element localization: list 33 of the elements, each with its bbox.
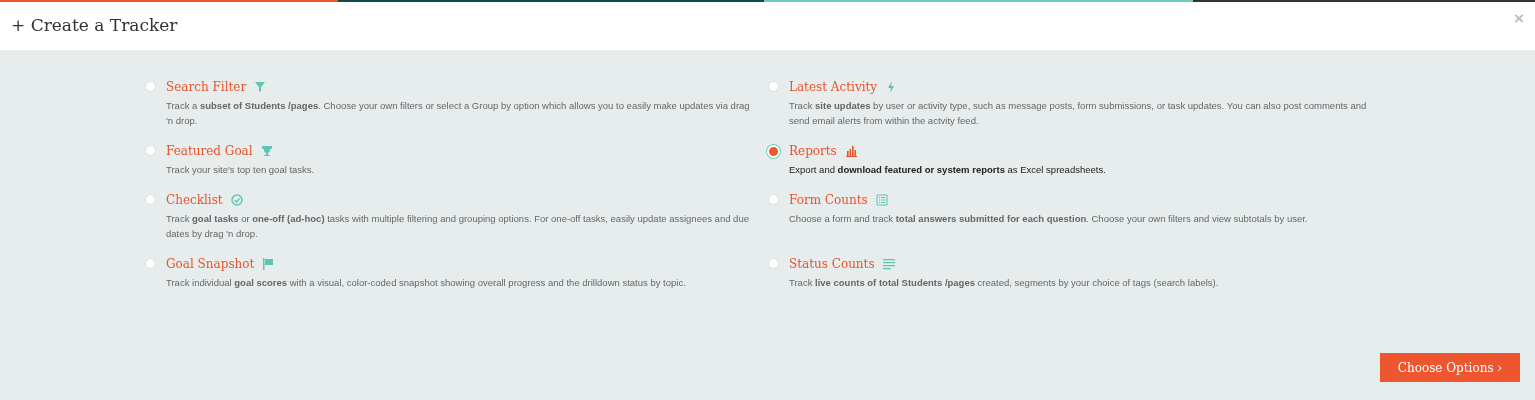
option-description: Track a subset of Students /pages. Choose your own filters or select a Group by option which allows you to easily make updates via drag 'n drop. (166, 99, 751, 128)
choose-options-button[interactable]: Choose Options › (1380, 353, 1520, 382)
window-title: + Create a Tracker (11, 14, 178, 38)
lines-icon (882, 258, 895, 270)
option-title[interactable]: Form Counts (789, 191, 868, 209)
option-title[interactable]: Featured Goal (166, 142, 253, 160)
option-title[interactable]: Latest Activity (789, 78, 878, 96)
option-description: Choose a form and track total answers submitted for each question. Choose your own filters and view subtotals by user. (789, 212, 1308, 226)
trophy-icon (260, 145, 273, 157)
flag-icon (262, 258, 275, 270)
radio-button[interactable] (768, 81, 779, 92)
option-title[interactable]: Status Counts (789, 255, 875, 273)
radio-button[interactable] (145, 194, 156, 205)
option-description: Export and download featured or system reports as Excel spreadsheets. (789, 163, 1106, 177)
check-circle-icon (230, 194, 243, 206)
close-button[interactable]: × (1514, 9, 1524, 27)
radio-button[interactable] (145, 81, 156, 92)
option-title[interactable]: Checklist (166, 191, 223, 209)
radio-button[interactable] (145, 145, 156, 156)
option-description: Track goal tasks or one-off (ad-hoc) tasks with multiple filtering and grouping options. For one-off tasks, easily update assignees and due dates by drag 'n drop. (166, 212, 750, 241)
radio-button[interactable] (145, 258, 156, 269)
option-title[interactable]: Reports (789, 142, 837, 160)
option-title[interactable]: Search Filter (166, 78, 247, 96)
option-description: Track site updates by user or activity type, such as message posts, form submissions, or task updates. You can also post comments and send email alerts from within the actvity feed. (789, 99, 1368, 128)
radio-button[interactable] (768, 194, 779, 205)
option-description: Track individual goal scores with a visual, color-coded snapshot showing overall progress and the drilldown status by topic. (166, 276, 686, 290)
funnel-icon (254, 81, 267, 93)
option-description: Track live counts of total Students /pages created, segments by your choice of tags (search labels). (789, 276, 1219, 290)
radio-button[interactable] (768, 258, 779, 269)
option-title[interactable]: Goal Snapshot (166, 255, 255, 273)
list-icon (875, 194, 888, 206)
option-description: Track your site's top ten goal tasks. (166, 163, 315, 177)
bar-chart-icon (844, 145, 857, 157)
